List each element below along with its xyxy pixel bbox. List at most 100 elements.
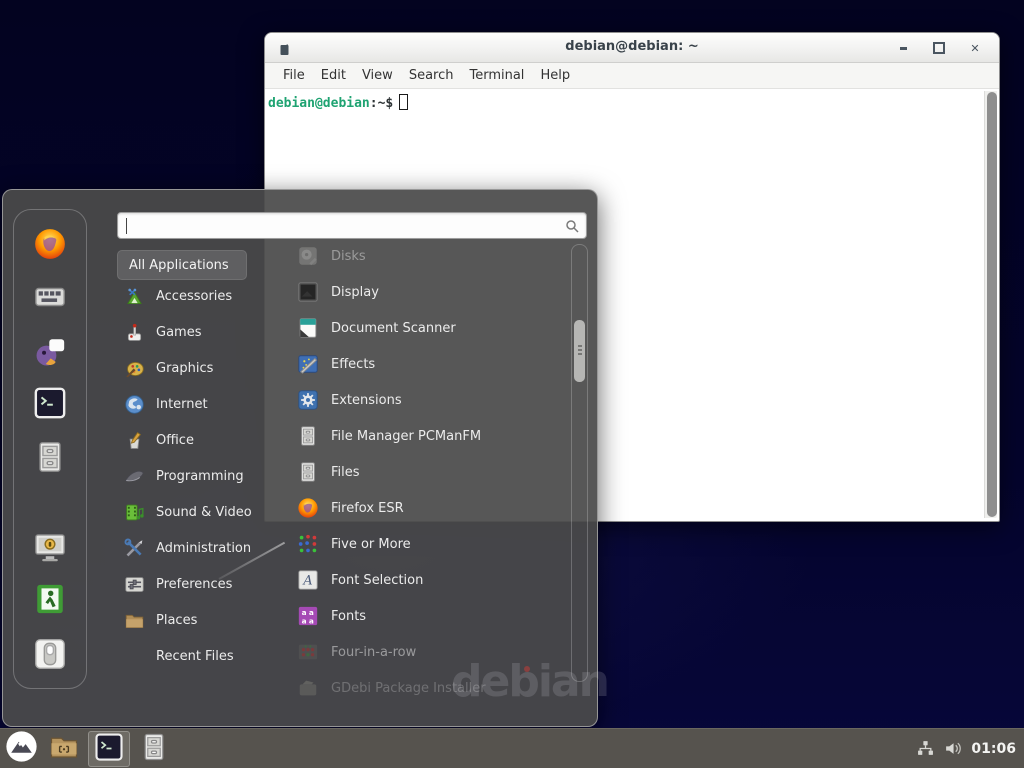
svg-text:a: a (309, 616, 314, 625)
category-programming[interactable]: Programming (117, 458, 277, 494)
taskbar-file-manager-launcher[interactable] (44, 731, 84, 767)
category-preferences[interactable]: Preferences (117, 566, 277, 602)
taskbar-menu-button[interactable] (3, 731, 40, 767)
minimize-button[interactable] (897, 42, 909, 54)
app-disks[interactable]: Disks (293, 238, 568, 274)
app-document-scanner[interactable]: Document Scanner (293, 310, 568, 346)
clock[interactable]: 01:06 (971, 741, 1016, 757)
app-firefox-esr[interactable]: Firefox ESR (293, 490, 568, 526)
terminal-menu-view[interactable]: View (354, 65, 401, 86)
office-icon (124, 430, 145, 451)
taskbar-files-launcher[interactable] (134, 731, 174, 767)
terminal-titlebar[interactable]: debian@debian: ~ ✕ (265, 33, 999, 63)
terminal-scrollbar-thumb[interactable] (987, 92, 997, 517)
app-label: GDebi Package Installer (331, 681, 486, 696)
app-list-scrollbar[interactable] (571, 244, 588, 682)
favorite-terminal-button[interactable] (33, 386, 67, 420)
terminal-cursor (399, 94, 408, 110)
app-label: Five or More (331, 537, 411, 552)
category-office[interactable]: Office (117, 422, 277, 458)
window-title: debian@debian: ~ (265, 39, 999, 54)
app-five-or-more[interactable]: Five or More (293, 526, 568, 562)
category-accessories[interactable]: Accessories (117, 278, 277, 314)
category-label: Places (156, 613, 197, 628)
favorite-lock-screen-button[interactable] (33, 530, 67, 564)
terminal-menu-edit[interactable]: Edit (313, 65, 354, 86)
maximize-button[interactable] (933, 42, 945, 54)
four-in-a-row-icon (297, 641, 319, 663)
category-label: Programming (156, 469, 244, 484)
gdebi-icon (297, 677, 319, 699)
favorite-keyboard-button[interactable] (33, 280, 67, 314)
menu-logo-icon (5, 730, 38, 767)
category-graphics[interactable]: Graphics (117, 350, 277, 386)
keyboard-icon (33, 303, 67, 318)
folder-icon (49, 732, 79, 766)
app-label: Fonts (331, 609, 366, 624)
prompt-user: debian@debian (268, 96, 370, 111)
app-label: Effects (331, 357, 375, 372)
places-icon (124, 610, 145, 631)
app-extensions[interactable]: Extensions (293, 382, 568, 418)
category-list: Accessories Games Graphics InternetOffice Pr… (117, 278, 277, 674)
app-fonts[interactable]: aaaa Fonts (293, 598, 568, 634)
taskbar-terminal-task[interactable] (88, 731, 130, 767)
category-label: Sound & Video (156, 505, 252, 520)
pidgin-icon (33, 358, 67, 373)
app-display[interactable]: Display (293, 274, 568, 310)
effects-icon (297, 353, 319, 375)
search-caret (126, 218, 127, 234)
desktop: debian@debian: ~ ✕ FileEditViewSearchTer… (0, 0, 1024, 768)
category-places[interactable]: Places (117, 602, 277, 638)
app-effects[interactable]: Effects (293, 346, 568, 382)
fonts-icon: aaaa (297, 605, 319, 627)
search-input[interactable] (126, 215, 556, 236)
terminal-menu-file[interactable]: File (275, 65, 313, 86)
network-icon[interactable] (917, 740, 934, 757)
file-cabinet-icon (297, 461, 319, 483)
category-label: Graphics (156, 361, 213, 376)
app-label: Four-in-a-row (331, 645, 416, 660)
games-icon (124, 322, 145, 343)
app-four-in-a-row[interactable]: Four-in-a-row (293, 634, 568, 670)
sound-video-icon (124, 502, 145, 523)
category-internet[interactable]: Internet (117, 386, 277, 422)
app-files[interactable]: Files (293, 454, 568, 490)
terminal-icon (94, 732, 124, 766)
disks-icon (297, 245, 319, 267)
category-recent-files[interactable]: Recent Files (117, 638, 277, 674)
close-button[interactable]: ✕ (969, 42, 981, 54)
file-cabinet-icon (139, 732, 169, 766)
extensions-icon (297, 389, 319, 411)
favorite-shutdown-button[interactable] (33, 637, 67, 671)
terminal-scrollbar[interactable] (984, 91, 997, 518)
administration-icon (124, 538, 145, 559)
favorite-logout-button[interactable] (33, 582, 67, 616)
app-font-selection[interactable]: AFont Selection (293, 562, 568, 598)
favorite-file-cabinet-button[interactable] (33, 440, 67, 474)
font-selection-icon: A (297, 569, 319, 591)
terminal-menu-help[interactable]: Help (532, 65, 578, 86)
favorite-pidgin-button[interactable] (33, 335, 67, 369)
logout-icon (33, 605, 67, 620)
svg-text:a: a (302, 616, 307, 625)
app-gdebi-package-installer[interactable]: GDebi Package Installer (293, 670, 568, 706)
category-games[interactable]: Games (117, 314, 277, 350)
terminal-menubar: FileEditViewSearchTerminalHelp (265, 63, 999, 89)
volume-icon[interactable] (944, 740, 961, 757)
category-label: Games (156, 325, 201, 340)
search-box (117, 212, 587, 239)
document-scanner-icon (297, 317, 319, 339)
app-label: Firefox ESR (331, 501, 404, 516)
favorite-firefox-button[interactable] (33, 227, 67, 261)
app-file-manager-pcmanfm[interactable]: File Manager PCManFM (293, 418, 568, 454)
graphics-icon (124, 358, 145, 379)
preferences-icon (124, 574, 145, 595)
terminal-menu-terminal[interactable]: Terminal (461, 65, 532, 86)
all-applications-button[interactable]: All Applications (117, 250, 247, 280)
app-label: Display (331, 285, 379, 300)
app-list-scrollbar-thumb[interactable] (574, 320, 585, 382)
category-label: Administration (156, 541, 251, 556)
terminal-menu-search[interactable]: Search (401, 65, 462, 86)
category-sound-and-video[interactable]: Sound & Video (117, 494, 277, 530)
